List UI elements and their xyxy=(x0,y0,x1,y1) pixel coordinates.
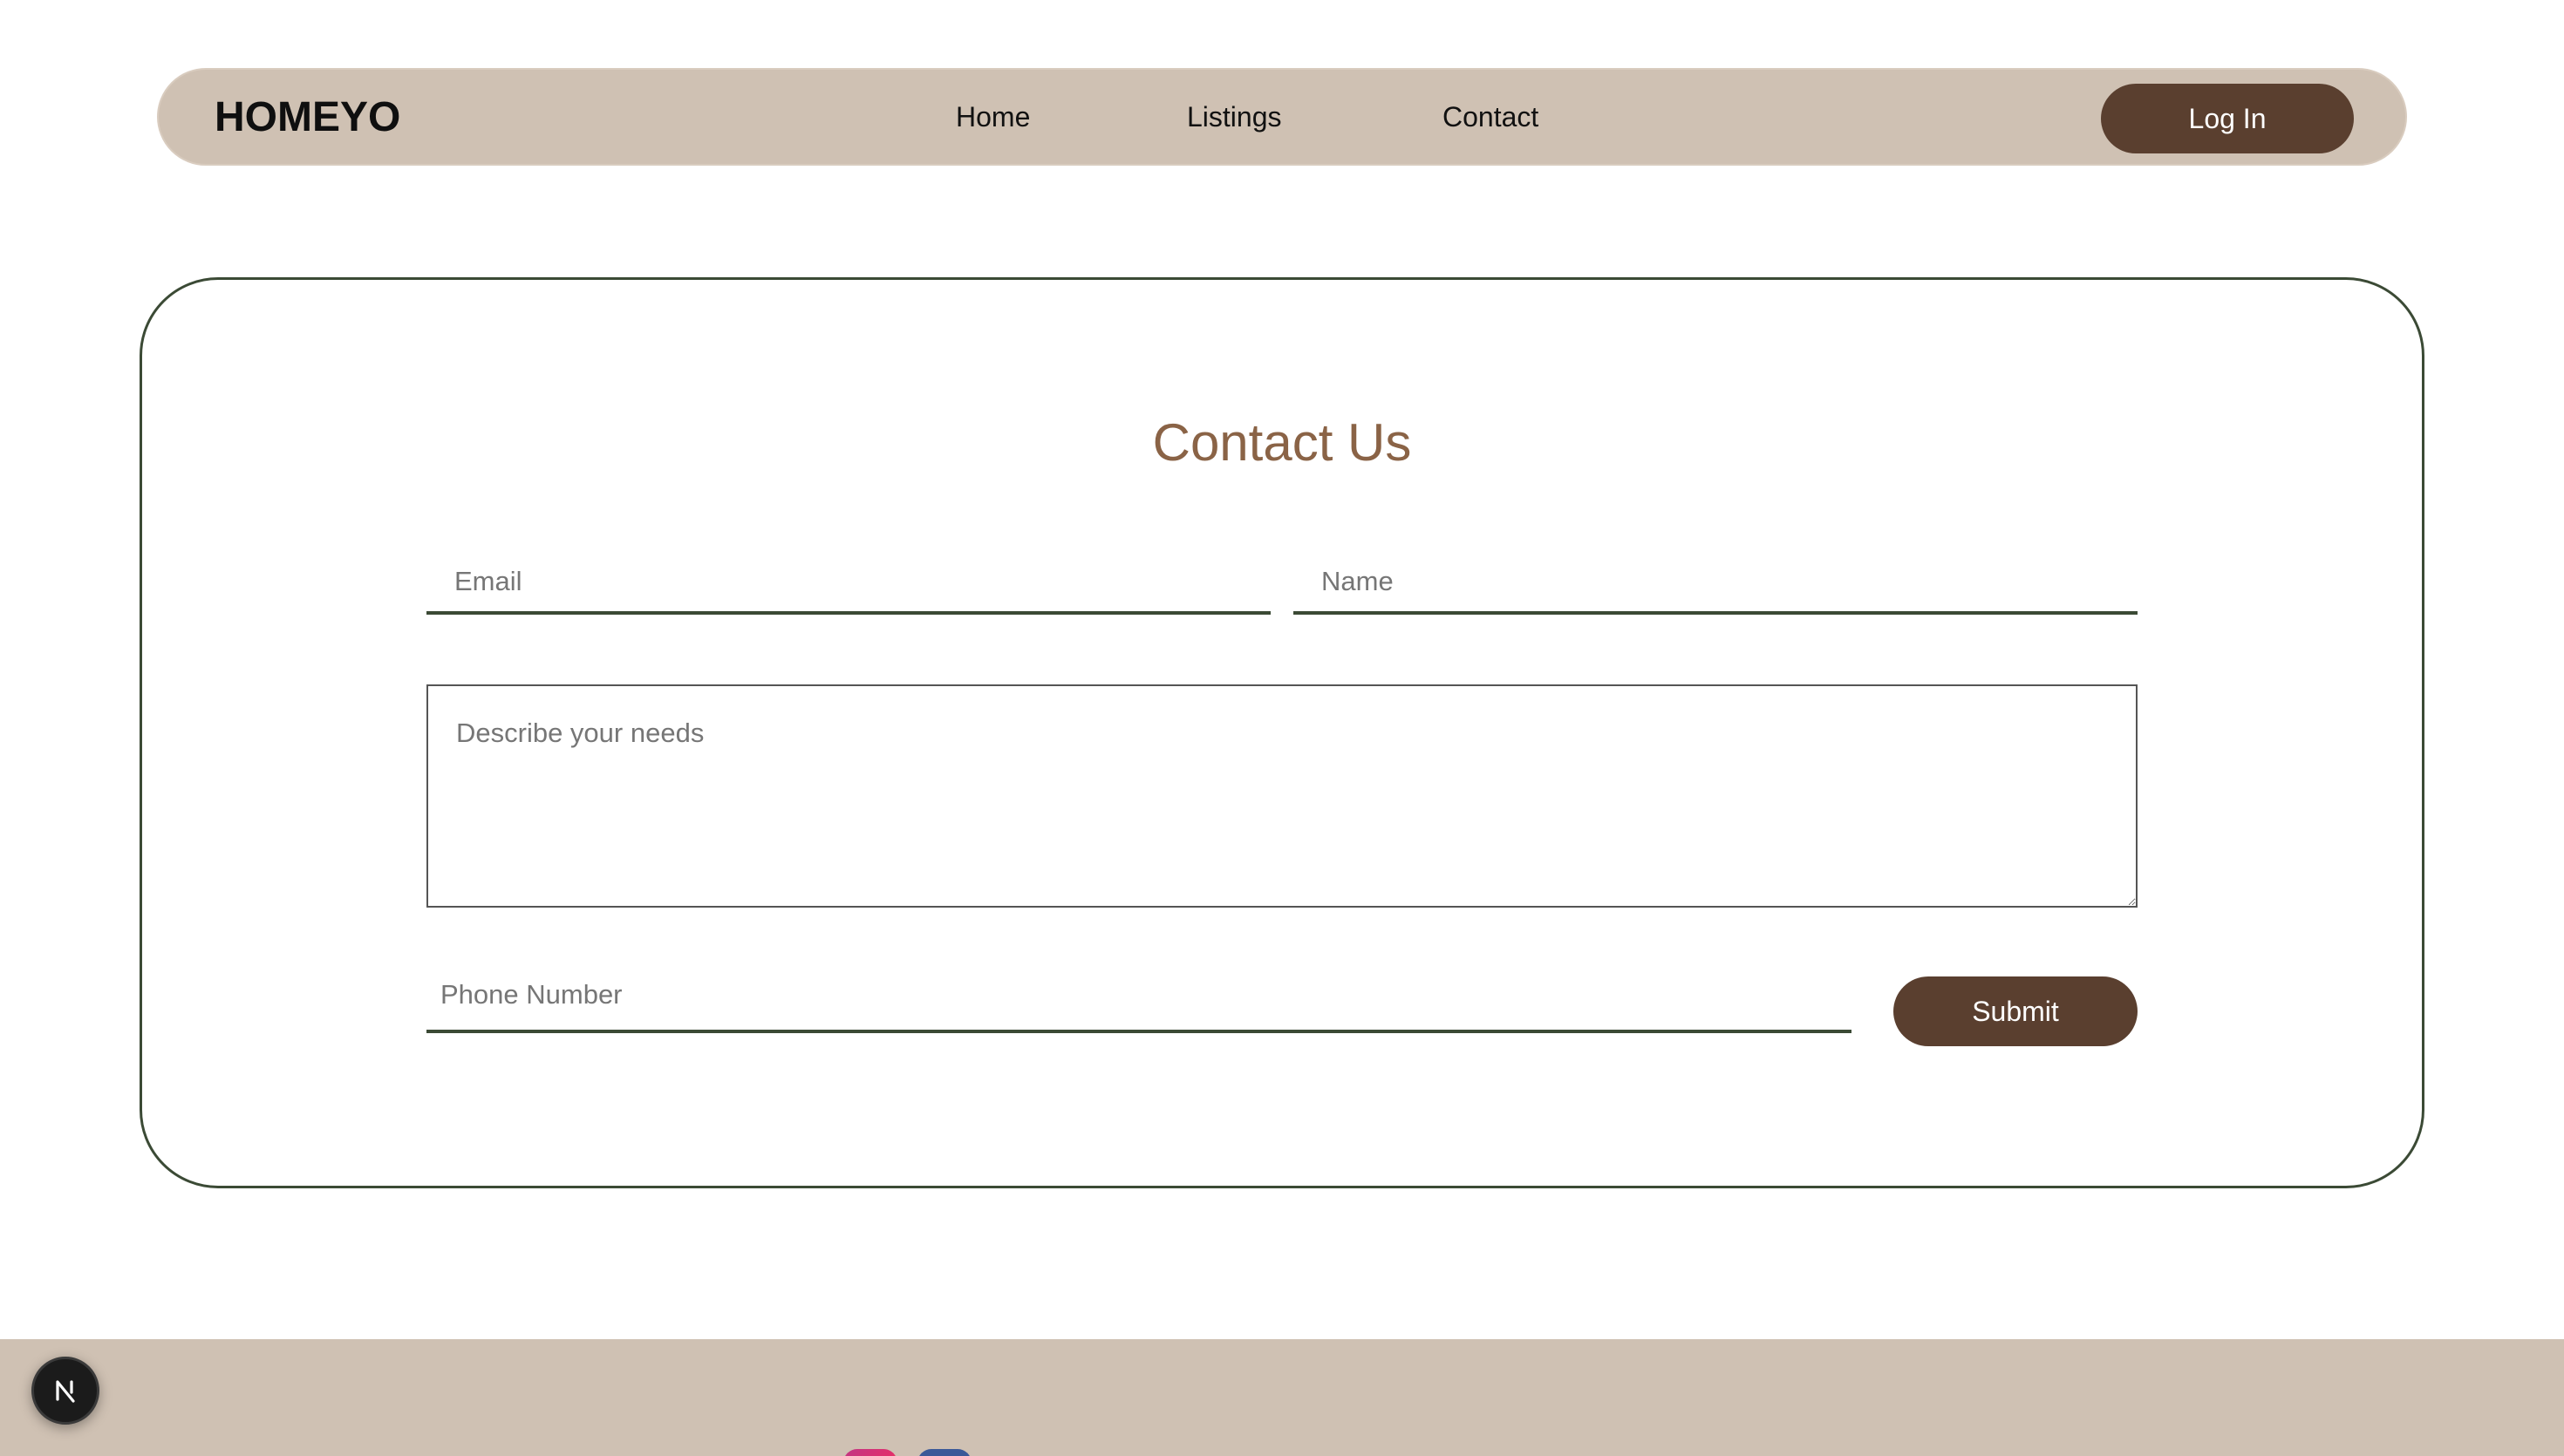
page: HOMEYO Home Listings Contact Log In Cont… xyxy=(0,0,2564,1456)
nextjs-icon[interactable] xyxy=(31,1357,99,1425)
phone-number-field[interactable] xyxy=(426,960,1851,1033)
facebook-icon[interactable] xyxy=(917,1449,972,1456)
nav-link-contact[interactable]: Contact xyxy=(1442,70,1538,164)
nextjs-logo-glyph xyxy=(56,1380,75,1403)
email-field[interactable] xyxy=(426,552,1271,615)
name-field[interactable] xyxy=(1293,552,2138,615)
contact-title: Contact Us xyxy=(1152,413,1412,472)
login-button[interactable]: Log In xyxy=(2101,84,2354,153)
nav-link-home[interactable]: Home xyxy=(956,70,1030,164)
contact-card: Contact Us Submit xyxy=(140,277,2424,1188)
footer xyxy=(0,1339,2564,1456)
needs-textarea[interactable] xyxy=(426,684,2138,908)
submit-button[interactable]: Submit xyxy=(1893,976,2138,1046)
nav-link-listings[interactable]: Listings xyxy=(1187,70,1282,164)
brand-logo[interactable]: HOMEYO xyxy=(215,70,400,164)
instagram-icon[interactable] xyxy=(843,1449,897,1456)
top-navbar: HOMEYO Home Listings Contact Log In xyxy=(157,68,2407,166)
